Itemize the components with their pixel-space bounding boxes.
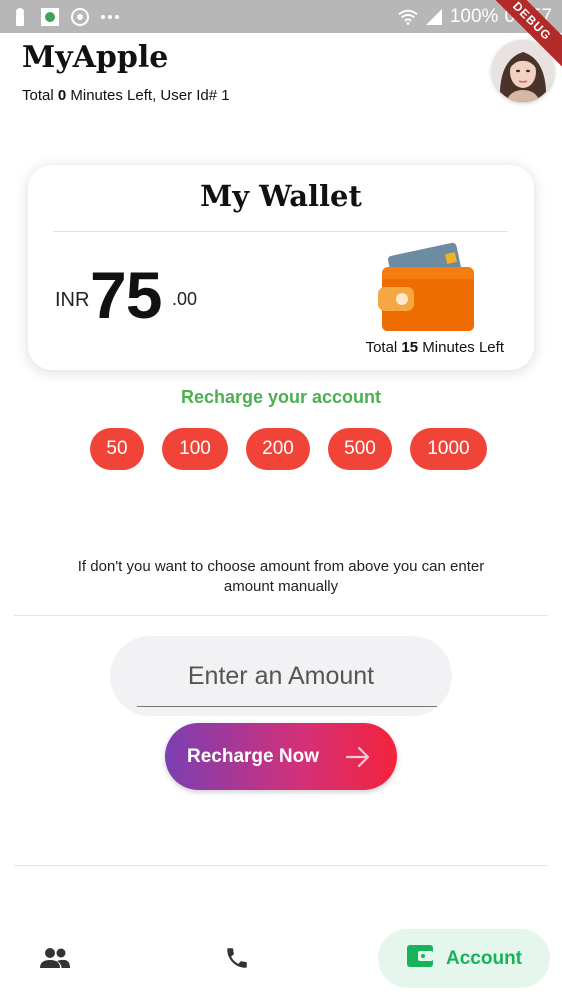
wallet-balance-decimal: .00 (172, 289, 198, 309)
wallet-currency: INR (55, 289, 90, 311)
section-divider (14, 615, 548, 616)
wallet-illustration-icon (376, 239, 476, 335)
wallet-minutes-count: 15 (401, 339, 419, 356)
nav-account-label: Account (446, 947, 522, 969)
status-bar: 100% 06:57 (0, 0, 562, 33)
bottom-navigation: Account (0, 920, 562, 1000)
amount-chip-100[interactable]: 100 (162, 428, 228, 470)
bottom-nav-divider (14, 865, 548, 866)
wallet-minutes-suffix: Minutes Left (418, 339, 504, 356)
minutes-summary-prefix: Total (22, 87, 58, 104)
amount-input[interactable] (110, 636, 452, 716)
minutes-summary-suffix: Minutes Left, User Id# 1 (66, 87, 230, 104)
signal-icon (424, 7, 444, 27)
amount-chip-500[interactable]: 500 (328, 428, 392, 470)
music-icon (70, 7, 90, 27)
arrow-right-icon (345, 744, 371, 770)
nav-contacts[interactable] (30, 940, 80, 980)
amount-field (110, 636, 452, 716)
wallet-divider (53, 231, 508, 232)
people-icon (39, 946, 71, 975)
keyhole-icon (10, 7, 30, 27)
minutes-summary: Total 0 Minutes Left, User Id# 1 (22, 87, 230, 104)
wallet-title: My Wallet (200, 179, 362, 213)
battery-percentage: 100% (449, 5, 499, 27)
recharge-now-label: Recharge Now (187, 745, 319, 767)
app-notification-icon (40, 7, 60, 27)
wallet-balance-integer: 75 (90, 258, 162, 332)
wifi-icon (398, 7, 418, 27)
wallet-card: My Wallet INR 75 .00 Total 15 Minutes Le… (28, 165, 534, 370)
minutes-summary-count: 0 (57, 87, 67, 104)
amount-chip-200[interactable]: 200 (246, 428, 310, 470)
amount-chip-50[interactable]: 50 (90, 428, 144, 470)
more-notifications-icon (100, 7, 120, 27)
nav-account[interactable]: Account (378, 929, 550, 988)
recharge-heading: Recharge your account (180, 387, 382, 407)
wallet-minutes-left: Total 15 Minutes Left (366, 339, 504, 356)
recharge-amount-options: 50 100 200 500 1000 (90, 428, 487, 470)
amount-chip-1000[interactable]: 1000 (410, 428, 487, 470)
wallet-minutes-prefix: Total (365, 339, 402, 356)
wallet-icon (406, 944, 434, 974)
nav-calls[interactable] (212, 940, 262, 980)
amount-input-underline (137, 706, 437, 707)
phone-icon (224, 945, 250, 976)
app-title: MyApple (22, 40, 169, 75)
status-bar-left (10, 7, 120, 27)
manual-amount-hint: If don't you want to choose amount from … (77, 558, 485, 595)
recharge-now-button[interactable]: Recharge Now (165, 723, 397, 790)
